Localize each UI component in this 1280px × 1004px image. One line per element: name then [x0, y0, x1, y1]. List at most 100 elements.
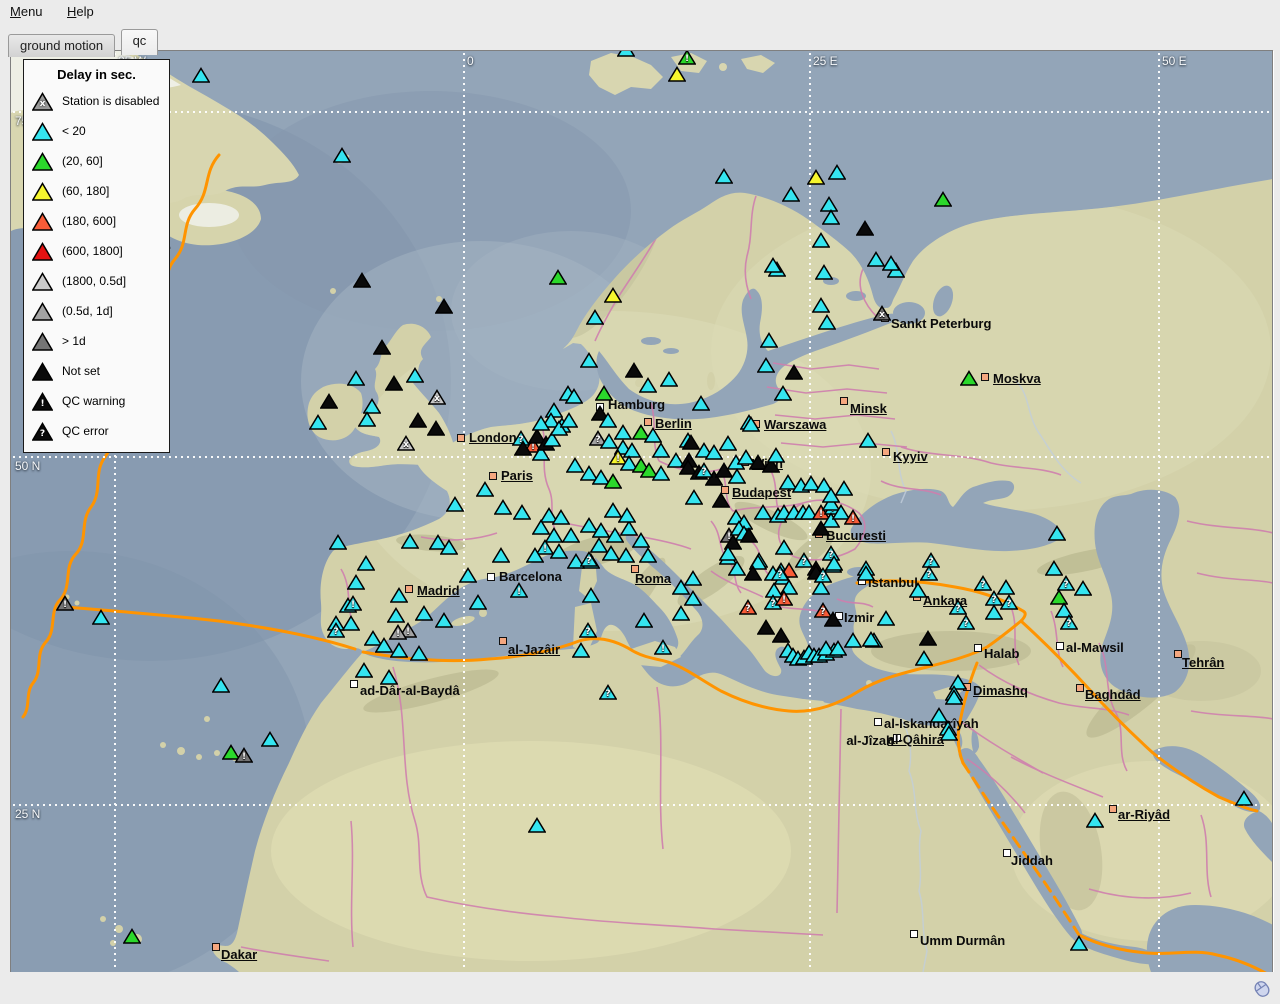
- station-marker[interactable]: [985, 604, 1003, 620]
- station-marker[interactable]: [355, 662, 373, 678]
- station-marker[interactable]: ?: [739, 599, 757, 615]
- station-marker[interactable]: [565, 388, 583, 404]
- station-marker[interactable]: !: [678, 50, 696, 65]
- station-marker[interactable]: [572, 642, 590, 658]
- station-marker[interactable]: [740, 527, 758, 543]
- station-marker[interactable]: [390, 587, 408, 603]
- station-marker[interactable]: [435, 612, 453, 628]
- station-marker[interactable]: ?: [579, 622, 597, 638]
- station-marker[interactable]: [459, 567, 477, 583]
- station-marker[interactable]: ?: [580, 551, 598, 567]
- station-marker[interactable]: [764, 257, 782, 273]
- station-marker[interactable]: [782, 186, 800, 202]
- station-marker[interactable]: [767, 447, 785, 463]
- station-marker[interactable]: [757, 357, 775, 373]
- help-menu-button[interactable]: Help: [57, 0, 104, 23]
- station-marker[interactable]: [635, 612, 653, 628]
- station-marker[interactable]: !: [775, 590, 793, 606]
- station-marker[interactable]: [719, 545, 737, 561]
- station-marker[interactable]: [604, 473, 622, 489]
- station-marker[interactable]: [785, 364, 803, 380]
- station-marker[interactable]: [123, 928, 141, 944]
- station-marker[interactable]: [582, 587, 600, 603]
- station-marker[interactable]: [380, 669, 398, 685]
- station-marker[interactable]: [469, 594, 487, 610]
- station-marker[interactable]: [945, 689, 963, 705]
- station-marker[interactable]: [385, 375, 403, 391]
- station-marker[interactable]: [1086, 812, 1104, 828]
- station-marker[interactable]: [580, 352, 598, 368]
- station-marker[interactable]: [960, 370, 978, 386]
- station-marker[interactable]: [532, 415, 550, 431]
- station-marker[interactable]: [940, 725, 958, 741]
- station-marker[interactable]: [440, 539, 458, 555]
- station-marker[interactable]: ?: [974, 575, 992, 591]
- station-marker[interactable]: [427, 420, 445, 436]
- station-marker[interactable]: [774, 385, 792, 401]
- station-marker[interactable]: [760, 332, 778, 348]
- station-marker[interactable]: [410, 645, 428, 661]
- station-marker[interactable]: [476, 481, 494, 497]
- station-marker[interactable]: [685, 489, 703, 505]
- station-marker[interactable]: [684, 590, 702, 606]
- station-marker[interactable]: [824, 611, 842, 627]
- station-marker[interactable]: [492, 547, 510, 563]
- menu-button[interactable]: Menu: [0, 0, 53, 23]
- station-marker[interactable]: [1045, 560, 1063, 576]
- station-marker[interactable]: [415, 605, 433, 621]
- station-marker[interactable]: [632, 532, 650, 548]
- station-marker[interactable]: [549, 269, 567, 285]
- station-marker[interactable]: [1235, 790, 1253, 806]
- station-marker[interactable]: [358, 411, 376, 427]
- tab-ground-motion[interactable]: ground motion: [8, 34, 115, 57]
- station-marker[interactable]: [595, 385, 613, 401]
- station-marker[interactable]: [639, 547, 657, 563]
- station-marker[interactable]: ?: [599, 684, 617, 700]
- station-marker[interactable]: [604, 287, 622, 303]
- station-marker[interactable]: [373, 339, 391, 355]
- station-marker[interactable]: !: [56, 595, 74, 611]
- station-marker[interactable]: [342, 615, 360, 631]
- station-marker[interactable]: [357, 555, 375, 571]
- station-marker[interactable]: !: [235, 747, 253, 763]
- station-marker[interactable]: ?: [1060, 614, 1078, 630]
- station-marker[interactable]: [552, 509, 570, 525]
- station-marker[interactable]: [401, 533, 419, 549]
- station-marker[interactable]: !: [844, 509, 862, 525]
- station-marker[interactable]: ?: [949, 599, 967, 615]
- station-marker[interactable]: [1048, 525, 1066, 541]
- station-marker[interactable]: ?: [695, 462, 713, 478]
- station-marker[interactable]: [1070, 935, 1088, 951]
- station-marker[interactable]: [406, 367, 424, 383]
- station-marker[interactable]: [387, 607, 405, 623]
- station-marker[interactable]: [1074, 580, 1092, 596]
- station-marker[interactable]: [560, 412, 578, 428]
- station-marker[interactable]: [660, 371, 678, 387]
- station-marker[interactable]: [644, 427, 662, 443]
- station-marker[interactable]: [822, 209, 840, 225]
- station-marker[interactable]: [586, 309, 604, 325]
- station-marker[interactable]: [682, 434, 700, 450]
- station-marker[interactable]: [812, 297, 830, 313]
- station-marker[interactable]: [333, 147, 351, 163]
- station-marker[interactable]: [915, 650, 933, 666]
- station-marker[interactable]: [617, 50, 635, 57]
- station-marker[interactable]: [818, 314, 836, 330]
- station-marker[interactable]: !: [510, 582, 528, 598]
- station-marker[interactable]: [309, 414, 327, 430]
- station-marker[interactable]: [715, 168, 733, 184]
- station-marker[interactable]: [859, 432, 877, 448]
- station-marker[interactable]: x: [397, 435, 415, 451]
- station-marker[interactable]: [828, 164, 846, 180]
- station-marker[interactable]: [829, 640, 847, 656]
- station-marker[interactable]: [772, 627, 790, 643]
- station-marker[interactable]: [513, 504, 531, 520]
- map-view[interactable]: 25 W025 E50 E75 N50 N25 N LondonParisMad…: [10, 50, 1273, 973]
- station-marker[interactable]: !: [654, 639, 672, 655]
- station-marker[interactable]: [550, 543, 568, 559]
- station-marker[interactable]: [857, 565, 875, 581]
- station-marker[interactable]: [882, 255, 900, 271]
- station-marker[interactable]: [329, 534, 347, 550]
- station-marker[interactable]: [390, 642, 408, 658]
- station-marker[interactable]: [909, 582, 927, 598]
